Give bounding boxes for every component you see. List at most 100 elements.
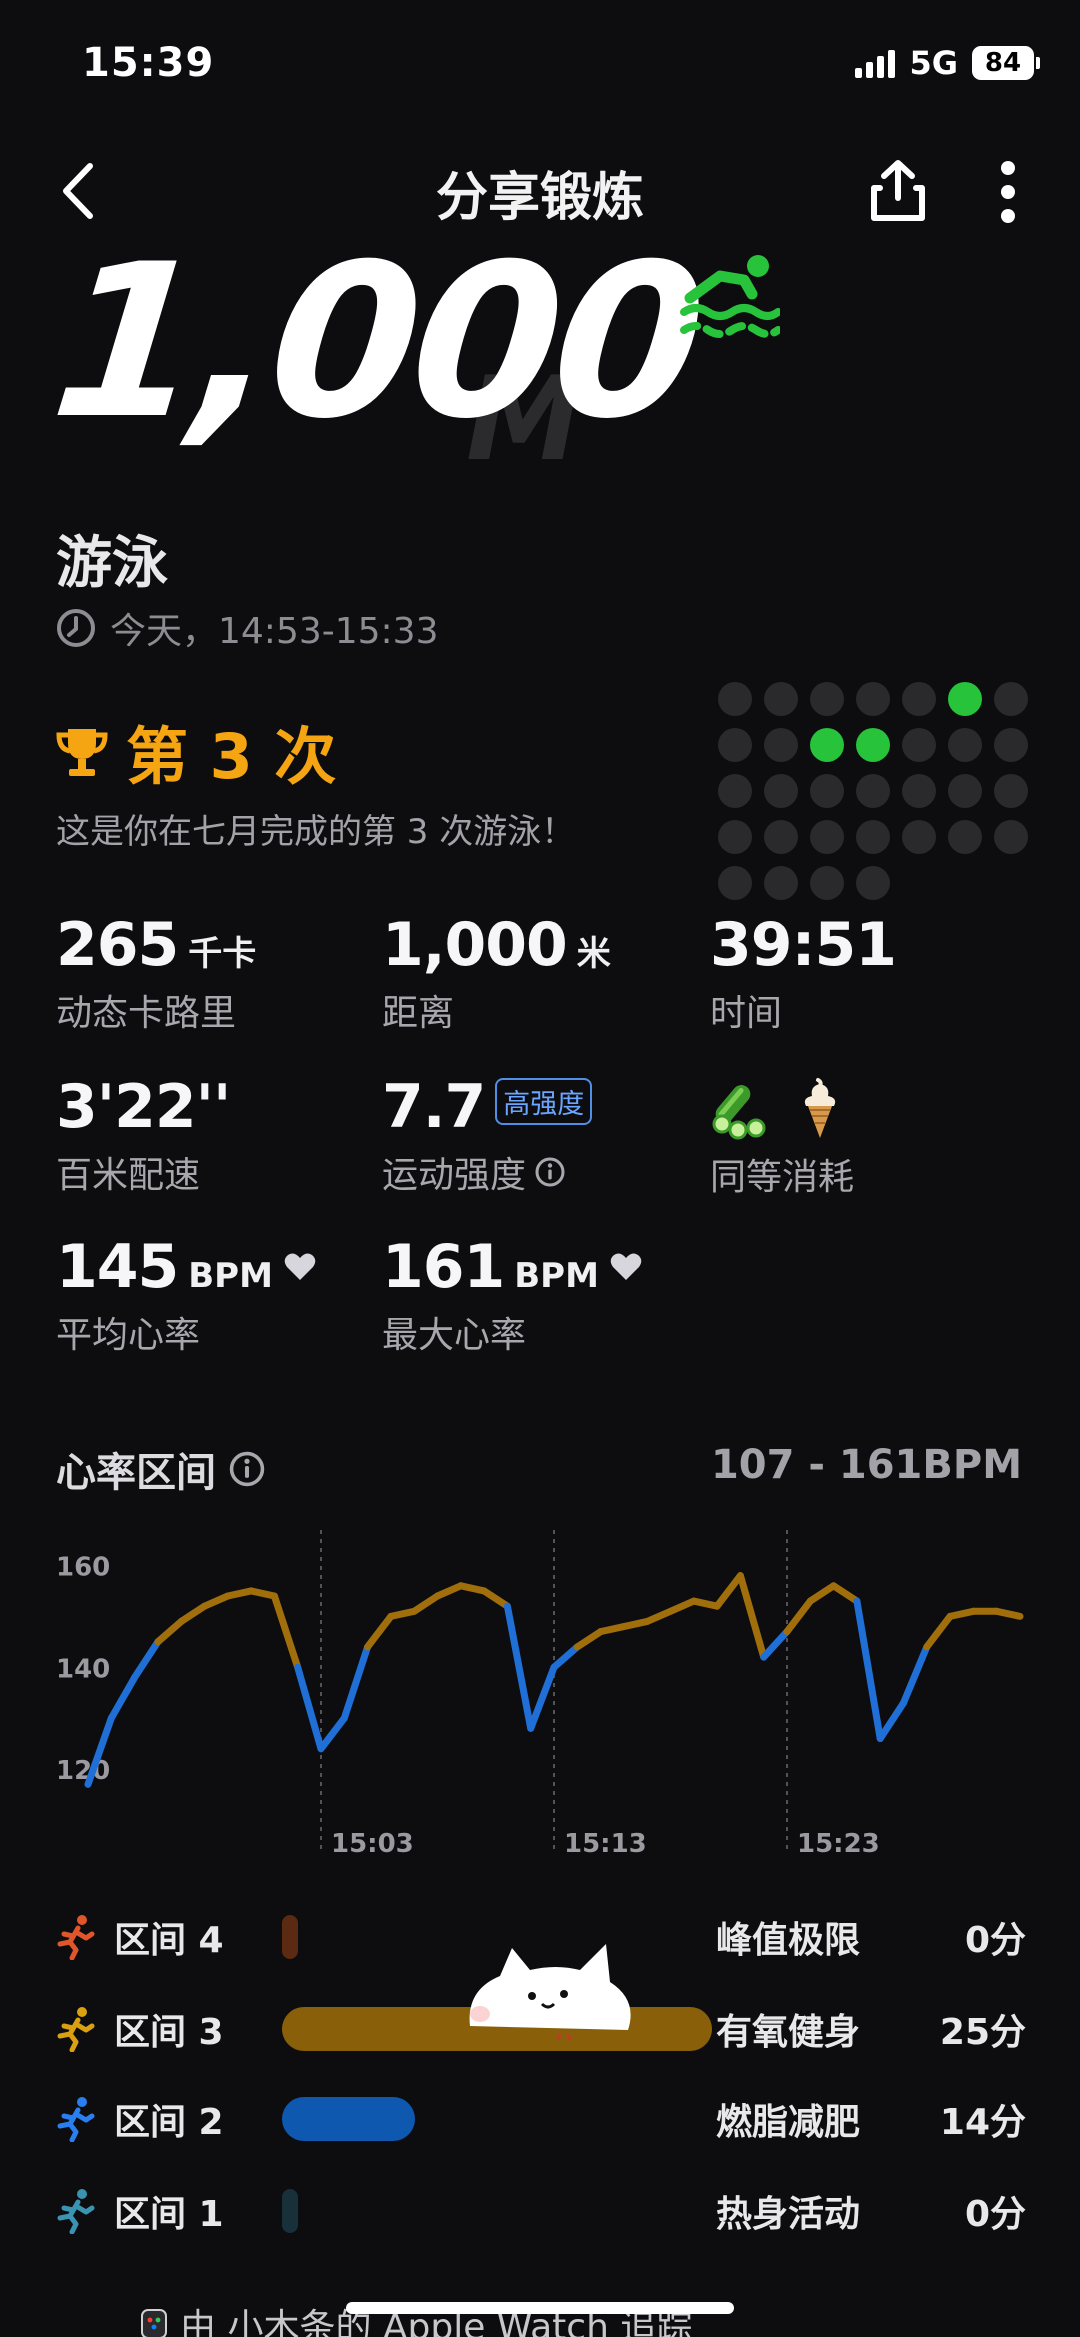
avg-hr-value: 145 xyxy=(56,1232,179,1302)
zone-name: 区间 1 xyxy=(114,2194,224,2235)
hr-title-label: 心率区间 xyxy=(56,1450,216,1496)
hr-line-segment xyxy=(247,1587,278,1600)
calendar-dot xyxy=(902,866,936,900)
calendar-dot xyxy=(856,682,890,716)
monthly-calendar-dots xyxy=(718,682,1028,900)
calendar-dot xyxy=(810,774,844,808)
calendar-dot xyxy=(718,774,752,808)
zone-bar xyxy=(282,2189,298,2233)
calendar-dot xyxy=(718,820,752,854)
hr-line-segment xyxy=(224,1587,255,1600)
sport-name: 游泳 xyxy=(56,531,168,596)
hr-line-segment xyxy=(806,1582,838,1605)
intensity-badge: 高强度 xyxy=(495,1077,593,1125)
zone-row: 区间 2 燃脂减肥 14分 xyxy=(56,2084,1026,2154)
hr-line-segment xyxy=(736,1572,768,1661)
metric-duration: 39:51 时间 xyxy=(710,910,897,1036)
hr-line-segment xyxy=(690,1597,721,1610)
time-range: 今天，14:53-15:33 xyxy=(110,611,439,652)
metric-max-hr: 161 BPM 最大心率 xyxy=(382,1232,643,1358)
calendar-dot xyxy=(948,728,982,762)
hr-line-segment xyxy=(457,1582,488,1595)
calendar-dot xyxy=(764,820,798,854)
hr-line-segment xyxy=(410,1592,441,1615)
heart-rate-zone-title[interactable]: 心率区间 xyxy=(56,1440,266,1498)
calendar-dot xyxy=(994,728,1028,762)
network-label: 5G xyxy=(909,44,958,82)
calendar-dot xyxy=(718,682,752,716)
home-indicator[interactable] xyxy=(346,2302,734,2314)
hr-line-segment xyxy=(853,1597,884,1743)
heart-rate-range: 107 - 161BPM xyxy=(710,1442,1022,1488)
ice-cream-icon xyxy=(804,1078,836,1138)
calendar-dot-workout xyxy=(810,728,844,762)
calendar-dot xyxy=(718,728,752,762)
calories-value: 265 xyxy=(56,910,179,980)
metric-distance: 1,000 米 距离 xyxy=(382,910,611,1036)
info-icon[interactable] xyxy=(228,1450,266,1488)
x-tick-label: 15:13 xyxy=(564,1829,647,1859)
calendar-dot xyxy=(948,820,982,854)
metric-equivalent: 同等消耗 xyxy=(710,1072,854,1200)
hr-line-segment xyxy=(783,1597,814,1636)
hr-line-segment xyxy=(923,1612,954,1651)
status-time: 15:39 xyxy=(82,40,215,86)
hr-line-segment xyxy=(527,1663,558,1732)
hr-line-segment xyxy=(643,1607,674,1625)
hr-line-segment xyxy=(503,1602,535,1732)
zone-type: 燃脂减肥 xyxy=(716,2102,861,2143)
more-options-icon[interactable] xyxy=(996,160,1020,224)
distance-label: 距离 xyxy=(382,993,455,1034)
cucumber-icon xyxy=(712,1085,766,1140)
hr-line-segment xyxy=(364,1612,395,1651)
x-tick-label: 15:23 xyxy=(797,1829,880,1859)
hr-line-segment xyxy=(434,1582,465,1600)
runner-icon xyxy=(57,2189,95,2234)
hr-line-segment xyxy=(177,1602,208,1625)
avg-hr-label: 平均心率 xyxy=(56,1315,201,1356)
calories-unit: 千卡 xyxy=(188,934,257,974)
signal-icon xyxy=(855,48,896,78)
max-hr-label: 最大心率 xyxy=(382,1315,527,1356)
intensity-label-row[interactable]: 运动强度 xyxy=(382,1146,592,1198)
achievement-description: 这是你在七月完成的第 3 次游泳！ xyxy=(56,812,576,852)
hr-line-segment xyxy=(201,1592,232,1610)
watch-icon xyxy=(141,2309,167,2337)
calendar-dot xyxy=(764,774,798,808)
calendar-dot xyxy=(902,682,936,716)
zone-time: 0分 xyxy=(964,2194,1026,2235)
hr-line-segment xyxy=(131,1638,162,1681)
zone-bar-track xyxy=(282,2097,712,2141)
equivalent-label: 同等消耗 xyxy=(710,1157,855,1198)
zone-bar xyxy=(282,2097,416,2141)
intensity-label: 运动强度 xyxy=(382,1155,527,1196)
calendar-dot xyxy=(902,820,936,854)
calendar-dot xyxy=(764,682,798,716)
hr-line-segment xyxy=(876,1699,907,1743)
hr-line-segment xyxy=(667,1597,698,1615)
hr-line-segment xyxy=(107,1673,139,1722)
hr-line-segment xyxy=(154,1617,185,1646)
calendar-dot xyxy=(810,820,844,854)
calendar-dot-workout xyxy=(948,682,982,716)
calendar-dot xyxy=(856,774,890,808)
trophy-icon xyxy=(56,729,108,776)
x-tick-label: 15:03 xyxy=(331,1829,414,1859)
runner-icon xyxy=(57,2007,95,2052)
info-icon[interactable] xyxy=(534,1156,566,1188)
hero-distance: 1,000 xyxy=(43,218,710,465)
max-hr-unit: BPM xyxy=(514,1256,599,1296)
calendar-dot xyxy=(994,682,1028,716)
zone-name: 区间 2 xyxy=(114,2102,224,2143)
hr-line-segment xyxy=(480,1587,511,1610)
zone-type: 热身活动 xyxy=(716,2194,861,2235)
calendar-dot xyxy=(902,774,936,808)
share-icon[interactable] xyxy=(866,158,930,224)
pace-value: 3'22'' xyxy=(56,1072,231,1142)
hr-line-segment xyxy=(946,1607,977,1620)
heart-rate-chart: 160 140 120 15:03 15:13 15:23 xyxy=(56,1530,1024,1859)
avg-hr-unit: BPM xyxy=(188,1256,273,1296)
hr-line-segment xyxy=(387,1607,418,1620)
hr-line-segment xyxy=(550,1643,581,1671)
hr-line-segment xyxy=(713,1572,744,1610)
